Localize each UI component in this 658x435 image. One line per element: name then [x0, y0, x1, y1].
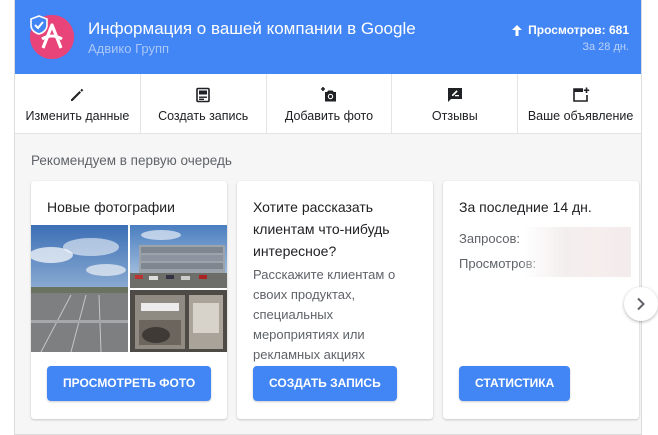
- verified-shield-icon: [30, 15, 48, 35]
- add-photo-icon: [320, 87, 336, 102]
- reviews-button[interactable]: Отзывы: [392, 74, 519, 133]
- action-label: Добавить фото: [284, 109, 374, 123]
- card-title: Хотите рассказать клиентам что-нибудь ин…: [253, 199, 390, 259]
- action-label: Ваше объявление: [527, 109, 634, 123]
- action-label: Изменить данные: [25, 109, 130, 123]
- action-label: Создать запись: [158, 109, 249, 123]
- edit-info-button[interactable]: Изменить данные: [15, 74, 141, 133]
- requests-label: Запросов:: [459, 231, 520, 246]
- photo-collage[interactable]: [31, 225, 227, 352]
- create-post-button[interactable]: Создать запись: [141, 74, 267, 133]
- new-photos-card: Новые фотографии ПРОСМОТРЕТЬ ФОТО: [31, 181, 227, 419]
- carousel-next-button[interactable]: [624, 287, 658, 321]
- card-title: Новые фотографии: [47, 199, 175, 215]
- photo-parking-lot: [31, 225, 128, 352]
- action-label: Отзывы: [431, 109, 478, 123]
- view-photos-button[interactable]: Просмотреть фото: [47, 366, 212, 401]
- arrow-up-icon: [512, 25, 523, 36]
- stats-card: За последние 14 дн. Запросов: Просмотров…: [443, 181, 639, 419]
- create-post-card: Хотите рассказать клиентам что-нибудь ин…: [237, 181, 433, 419]
- action-bar: Изменить данные Создать запись Добавить …: [15, 74, 641, 134]
- post-icon: [196, 87, 210, 103]
- ad-icon: [572, 87, 589, 102]
- company-avatar[interactable]: [30, 15, 74, 59]
- chevron-right-icon: [637, 297, 645, 311]
- photo-thumbnails: [31, 225, 227, 352]
- business-info-widget: Информация о вашей компании в Google Адв…: [14, 0, 642, 435]
- create-post-cta-button[interactable]: Создать запись: [253, 366, 397, 401]
- photo-display-case: [130, 290, 227, 352]
- add-photo-button[interactable]: Добавить фото: [267, 74, 393, 133]
- widget-header: Информация о вашей компании в Google Адв…: [15, 0, 641, 74]
- views-period: За 28 дн.: [582, 41, 629, 53]
- your-ad-button[interactable]: Ваше объявление: [518, 74, 641, 133]
- review-icon: [447, 88, 462, 102]
- card-description: Расскажите клиентам о своих продуктах, с…: [253, 267, 396, 362]
- photo-building: [130, 225, 227, 288]
- card-title: За последние 14 дн.: [459, 199, 592, 215]
- recommendations-heading: Рекомендуем в первую очередь: [31, 153, 232, 168]
- widget-title[interactable]: Информация о вашей компании в Google: [88, 19, 416, 39]
- pencil-icon: [71, 88, 84, 101]
- redacted-values: [523, 227, 631, 277]
- company-name[interactable]: Адвико Групп: [88, 41, 169, 57]
- views-label: Просмотров: 681: [528, 23, 629, 37]
- statistics-button[interactable]: Статистика: [459, 366, 571, 401]
- views-counter[interactable]: Просмотров: 681: [512, 23, 629, 38]
